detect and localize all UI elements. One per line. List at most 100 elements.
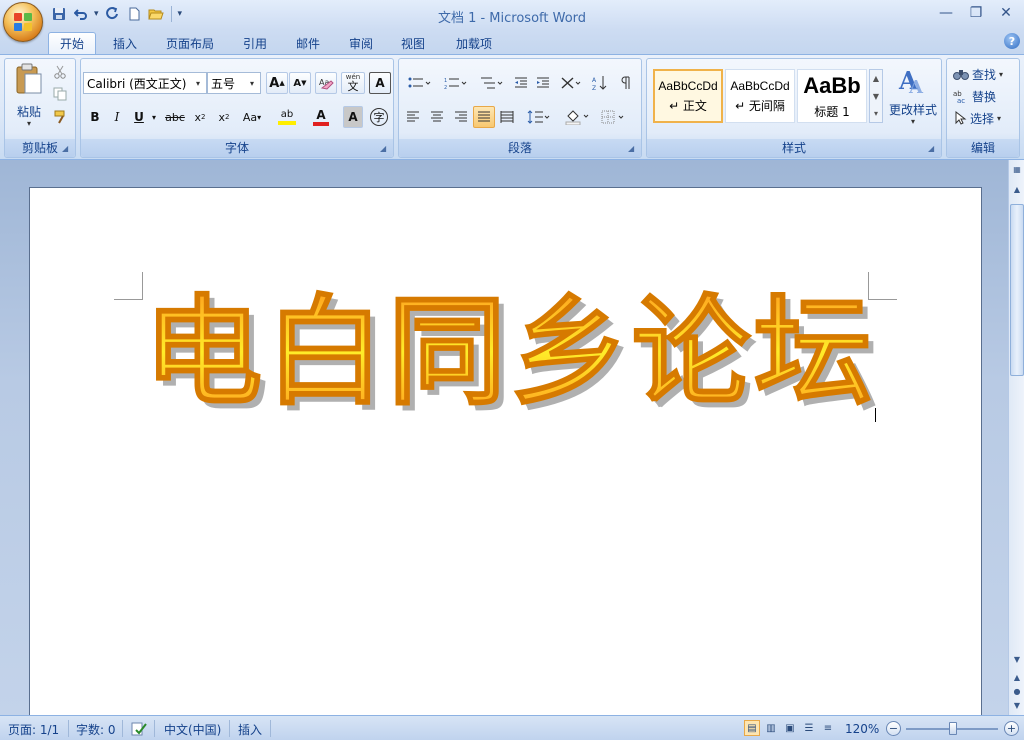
change-case-button[interactable]: Aa ▾ [237, 106, 267, 128]
highlight-button[interactable]: ab [271, 106, 303, 128]
clipboard-launcher-icon[interactable]: ◢ [62, 144, 72, 154]
tab-view[interactable]: 视图 [392, 32, 434, 54]
copy-icon[interactable] [53, 87, 69, 103]
paste-icon [16, 63, 42, 94]
restore-button[interactable]: ❐ [962, 3, 990, 23]
justify-icon [478, 111, 490, 122]
zoom-level[interactable]: 120% [845, 721, 879, 737]
font-size-combo[interactable]: 五号 ▾ [207, 72, 261, 94]
highlighter-icon: ab [280, 109, 294, 120]
minimize-button[interactable]: — [932, 3, 960, 23]
bullets-button[interactable] [403, 72, 437, 94]
previous-page-icon[interactable]: ▲ [1010, 670, 1024, 684]
find-button[interactable]: 查找 ▾ [953, 65, 1003, 83]
scrollbar-thumb[interactable] [1010, 204, 1024, 376]
more-styles-icon[interactable]: ▾ [870, 106, 882, 122]
align-right-button[interactable] [451, 106, 471, 128]
wordart-title[interactable]: 电白同乡论坛 电白同乡论坛 [140, 282, 880, 427]
increase-indent-button[interactable] [533, 72, 553, 94]
document-area: 电白同乡论坛 电白同乡论坛 [0, 160, 1008, 717]
web-layout-view-icon[interactable]: ▣ [782, 720, 798, 736]
distributed-button[interactable] [497, 106, 517, 128]
tab-page-layout[interactable]: 页面布局 [158, 32, 222, 54]
font-size-value: 五号 [211, 76, 236, 91]
replace-button[interactable]: ab ac 替换 [953, 87, 996, 105]
paste-button[interactable]: 粘贴 ▾ [11, 63, 47, 133]
document-page[interactable]: 电白同乡论坛 电白同乡论坛 [29, 187, 982, 717]
show-marks-button[interactable] [615, 72, 637, 94]
multilevel-list-button[interactable] [475, 72, 509, 94]
italic-button[interactable]: I [107, 106, 127, 128]
select-button[interactable]: 选择 ▾ [953, 109, 1001, 127]
proofing-icon[interactable] [130, 721, 148, 737]
tab-insert[interactable]: 插入 [104, 32, 146, 54]
bold-button[interactable]: B [85, 106, 105, 128]
style-no-spacing[interactable]: AaBbCcDd ↵ 无间隔 [725, 69, 795, 123]
zoom-in-button[interactable]: + [1004, 721, 1019, 736]
page-count[interactable]: 页面: 1/1 [8, 721, 59, 737]
style-heading-1[interactable]: AaBb 标题 1 [797, 69, 867, 123]
underline-button[interactable]: U [129, 106, 149, 128]
strikethrough-button[interactable]: abc [161, 106, 189, 128]
underline-dropdown-icon[interactable]: ▾ [149, 106, 159, 128]
phonetic-guide-button[interactable]: wén 文 [341, 72, 365, 94]
font-color-swatch [313, 121, 329, 126]
font-launcher-icon[interactable]: ◢ [380, 144, 390, 154]
print-layout-view-icon[interactable]: ▤ [744, 720, 760, 736]
font-name-combo[interactable]: Calibri (西文正文) ▾ [83, 72, 207, 94]
asian-layout-button[interactable] [557, 72, 587, 94]
decrease-indent-button[interactable] [511, 72, 531, 94]
line-spacing-button[interactable] [523, 106, 555, 128]
format-painter-icon[interactable] [53, 109, 69, 125]
align-left-button[interactable] [403, 106, 423, 128]
style-normal[interactable]: AaBbCcDd ↵ 正文 [653, 69, 723, 123]
chevron-down-icon[interactable]: ▾ [246, 73, 258, 93]
draft-view-icon[interactable]: ≡ [820, 720, 836, 736]
font-color-button[interactable]: A [305, 106, 337, 128]
insert-mode-indicator[interactable]: 插入 [238, 721, 262, 737]
tab-add-ins[interactable]: 加载项 [446, 32, 502, 54]
clear-formatting-button[interactable]: Aa [315, 72, 337, 94]
vertical-scrollbar[interactable]: ▦ ▲ ▼ ▲ ● ▼ [1008, 160, 1024, 715]
chevron-down-icon[interactable]: ▾ [192, 73, 204, 93]
language-indicator[interactable]: 中文(中国) [164, 721, 221, 737]
character-shading-button[interactable]: A [343, 106, 363, 128]
zoom-slider-thumb[interactable] [949, 722, 957, 735]
tab-home[interactable]: 开始 [48, 32, 96, 54]
sort-icon: AZ [592, 76, 607, 91]
grow-font-icon: A [269, 75, 280, 91]
ruler-toggle-icon[interactable]: ▦ [1010, 162, 1024, 176]
borders-button[interactable] [597, 106, 631, 128]
office-button[interactable] [3, 2, 43, 42]
change-styles-button[interactable]: A A 更改样式 ▾ [887, 63, 939, 135]
scroll-up-icon[interactable]: ▲ [870, 70, 882, 88]
tab-references[interactable]: 引用 [234, 32, 276, 54]
scroll-down-icon[interactable]: ▼ [870, 88, 882, 106]
sort-button[interactable]: AZ [589, 72, 611, 94]
superscript-button[interactable]: x2 [213, 106, 235, 128]
close-button[interactable]: ✕ [992, 3, 1020, 23]
outline-view-icon[interactable]: ☰ [801, 720, 817, 736]
paragraph-launcher-icon[interactable]: ◢ [628, 144, 638, 154]
help-icon[interactable]: ? [1004, 33, 1020, 49]
scroll-up-arrow-icon[interactable]: ▲ [1010, 182, 1024, 196]
scroll-down-arrow-icon[interactable]: ▼ [1010, 652, 1024, 666]
character-border-button[interactable]: A [369, 72, 391, 94]
next-page-icon[interactable]: ▼ [1010, 698, 1024, 712]
select-browse-object-icon[interactable]: ● [1010, 684, 1024, 698]
word-count[interactable]: 字数: 0 [76, 721, 116, 737]
tab-review[interactable]: 审阅 [340, 32, 382, 54]
zoom-out-button[interactable]: − [886, 721, 901, 736]
grow-font-button[interactable]: A ▲ [266, 72, 288, 94]
align-center-button[interactable] [427, 106, 447, 128]
shrink-font-button[interactable]: A ▼ [289, 72, 311, 94]
shading-button[interactable] [561, 106, 595, 128]
justify-button[interactable] [473, 106, 495, 128]
enclose-characters-button[interactable]: 字 [367, 106, 391, 128]
tab-mailings[interactable]: 邮件 [287, 32, 329, 54]
full-screen-reading-view-icon[interactable]: ▥ [763, 720, 779, 736]
numbering-button[interactable]: 12 [439, 72, 473, 94]
subscript-button[interactable]: x2 [189, 106, 211, 128]
cut-icon[interactable] [53, 65, 69, 81]
styles-launcher-icon[interactable]: ◢ [928, 144, 938, 154]
